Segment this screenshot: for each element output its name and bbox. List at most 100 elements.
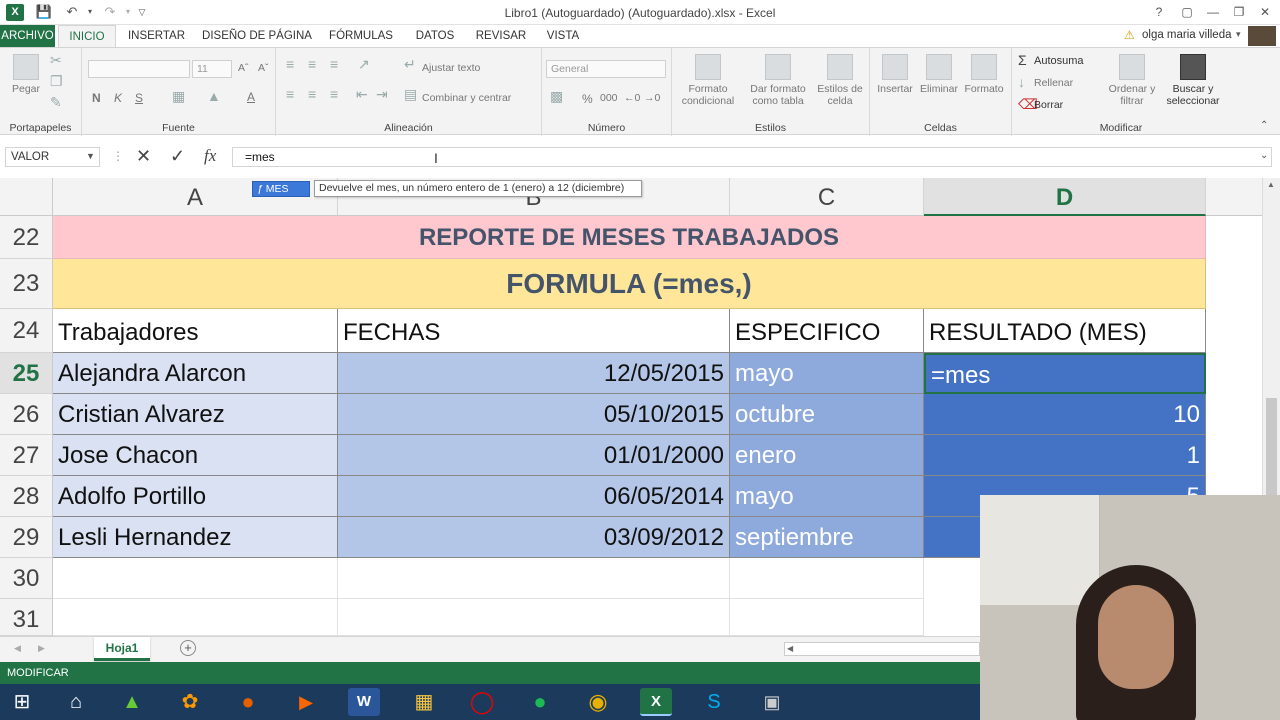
cut-icon[interactable]: ✂ (50, 52, 62, 69)
add-sheet-icon[interactable]: + (180, 640, 196, 656)
sort-filter-button[interactable]: Ordenar y filtrar (1106, 54, 1158, 107)
font-size-combo[interactable]: 11 (192, 60, 232, 78)
empty-cell[interactable] (338, 558, 730, 599)
row-header-24[interactable]: 24 (0, 309, 53, 353)
italic-button[interactable]: K (114, 91, 122, 105)
align-center-icon[interactable]: ≡ (308, 86, 316, 102)
row-header-23[interactable]: 23 (0, 259, 53, 309)
select-all-corner[interactable] (0, 178, 53, 216)
month-cell[interactable]: mayo (730, 353, 924, 394)
tab-insertar[interactable]: INSERTAR (124, 25, 189, 47)
skype-icon[interactable]: S (698, 688, 730, 716)
autosum-icon[interactable]: Σ (1018, 52, 1027, 68)
increase-decimal-icon[interactable]: ←0 (624, 92, 640, 104)
merge-center-button[interactable]: Combinar y centrar (422, 92, 511, 104)
underline-button[interactable]: S (135, 91, 143, 105)
row-header-29[interactable]: 29 (0, 517, 53, 558)
conditional-format-button[interactable]: Formato condicional (674, 54, 742, 107)
restore-button[interactable]: ❐ (1226, 2, 1252, 22)
row-header-22[interactable]: 22 (0, 216, 53, 259)
decrease-indent-icon[interactable]: ⇤ (356, 86, 368, 103)
column-header-c[interactable]: C (730, 178, 924, 216)
grow-font-icon[interactable]: Aˆ (238, 62, 249, 74)
chart-app-icon[interactable]: ▲ (116, 688, 148, 716)
fill-color-icon[interactable]: ▲ (207, 88, 221, 104)
row-header-27[interactable]: 27 (0, 435, 53, 476)
date-cell[interactable]: 03/09/2012 (338, 517, 730, 558)
sheet-next-icon[interactable]: ▶ (38, 643, 45, 654)
increase-indent-icon[interactable]: ⇥ (376, 86, 388, 103)
wrap-text-icon[interactable]: ↵ (404, 56, 416, 73)
scroll-left-icon[interactable]: ◀ (787, 644, 793, 653)
formula-title-cell[interactable]: FORMULA (=mes,) (53, 259, 1206, 309)
fill-icon[interactable]: ↓ (1018, 74, 1025, 90)
number-format-combo[interactable]: General (546, 60, 666, 78)
sheet-tab-hoja1[interactable]: Hoja1 (94, 637, 150, 661)
spotify-icon[interactable]: ● (524, 688, 556, 716)
align-bottom-icon[interactable]: ≡ (330, 56, 338, 72)
format-cells-button[interactable]: Formato (960, 54, 1008, 95)
date-cell[interactable]: 01/01/2000 (338, 435, 730, 476)
name-cell[interactable]: Adolfo Portillo (53, 476, 338, 517)
autosum-button[interactable]: Autosuma (1034, 55, 1084, 67)
align-left-icon[interactable]: ≡ (286, 86, 294, 102)
delete-cells-button[interactable]: Eliminar (916, 54, 962, 95)
active-result-cell[interactable]: =mes (924, 353, 1206, 394)
format-as-table-button[interactable]: Dar formato como tabla (744, 54, 812, 107)
month-cell[interactable]: octubre (730, 394, 924, 435)
user-name[interactable]: olga maria villeda (1142, 29, 1232, 41)
month-cell[interactable]: enero (730, 435, 924, 476)
tab-archivo[interactable]: ARCHIVO (0, 25, 55, 47)
avatar[interactable] (1248, 26, 1276, 46)
chrome-icon[interactable]: ◉ (582, 688, 614, 716)
month-cell[interactable]: mayo (730, 476, 924, 517)
insert-cells-button[interactable]: Insertar (872, 54, 918, 95)
format-painter-icon[interactable]: ✎ (50, 94, 62, 111)
empty-cell[interactable] (53, 599, 338, 636)
empty-cell[interactable] (338, 599, 730, 636)
font-name-combo[interactable] (88, 60, 190, 78)
name-box-dropdown-icon[interactable]: ▼ (86, 151, 95, 161)
file-explorer-icon[interactable]: ▦ (408, 688, 440, 716)
month-cell[interactable]: septiembre (730, 517, 924, 558)
empty-cell[interactable] (730, 558, 924, 599)
align-middle-icon[interactable]: ≡ (308, 56, 316, 72)
formula-input[interactable]: =mes (232, 147, 1272, 167)
scroll-thumb[interactable] (1266, 398, 1277, 498)
row-header-26[interactable]: 26 (0, 394, 53, 435)
font-color-icon[interactable]: A (247, 90, 255, 104)
find-select-button[interactable]: Buscar y seleccionar (1160, 54, 1226, 107)
row-header-28[interactable]: 28 (0, 476, 53, 517)
cell-styles-button[interactable]: Estilos de celda (812, 54, 868, 107)
decrease-decimal-icon[interactable]: →0 (644, 92, 660, 104)
word-icon[interactable]: W (348, 688, 380, 716)
tab-diseno-pagina[interactable]: DISEÑO DE PÁGINA (198, 25, 316, 47)
percent-icon[interactable]: % (582, 92, 593, 106)
user-dropdown-icon[interactable]: ▾ (1236, 29, 1241, 40)
empty-cell[interactable] (730, 599, 924, 636)
insert-function-icon[interactable]: fx (204, 146, 216, 166)
paste-button[interactable]: Pegar (6, 54, 46, 95)
header-cell-d[interactable]: RESULTADO (MES) (924, 309, 1206, 353)
row-header-30[interactable]: 30 (0, 558, 53, 599)
wrap-text-button[interactable]: Ajustar texto (422, 62, 480, 74)
scroll-up-icon[interactable]: ▲ (1267, 180, 1275, 189)
date-cell[interactable]: 06/05/2014 (338, 476, 730, 517)
ribbon-display-icon[interactable]: ▢ (1174, 2, 1200, 22)
name-cell[interactable]: Alejandra Alarcon (53, 353, 338, 394)
borders-icon[interactable]: ▦ (172, 88, 185, 105)
copy-icon[interactable]: ❐ (50, 73, 63, 90)
accounting-format-icon[interactable]: ▩ (550, 88, 563, 105)
result-cell[interactable]: 10 (924, 394, 1206, 435)
opera-icon[interactable]: ◯ (466, 688, 498, 716)
video-recorder-icon[interactable]: ▣ (756, 688, 788, 716)
horizontal-scrollbar[interactable]: ◀ (784, 642, 980, 656)
name-cell[interactable]: Cristian Alvarez (53, 394, 338, 435)
minimize-button[interactable]: — (1200, 2, 1226, 22)
tab-revisar[interactable]: REVISAR (472, 25, 530, 47)
align-top-icon[interactable]: ≡ (286, 56, 294, 72)
collapse-ribbon-icon[interactable]: ⌃ (1260, 120, 1268, 131)
tab-vista[interactable]: VISTA (540, 25, 586, 47)
header-cell-c[interactable]: ESPECIFICO (730, 309, 924, 353)
empty-cell[interactable] (53, 558, 338, 599)
